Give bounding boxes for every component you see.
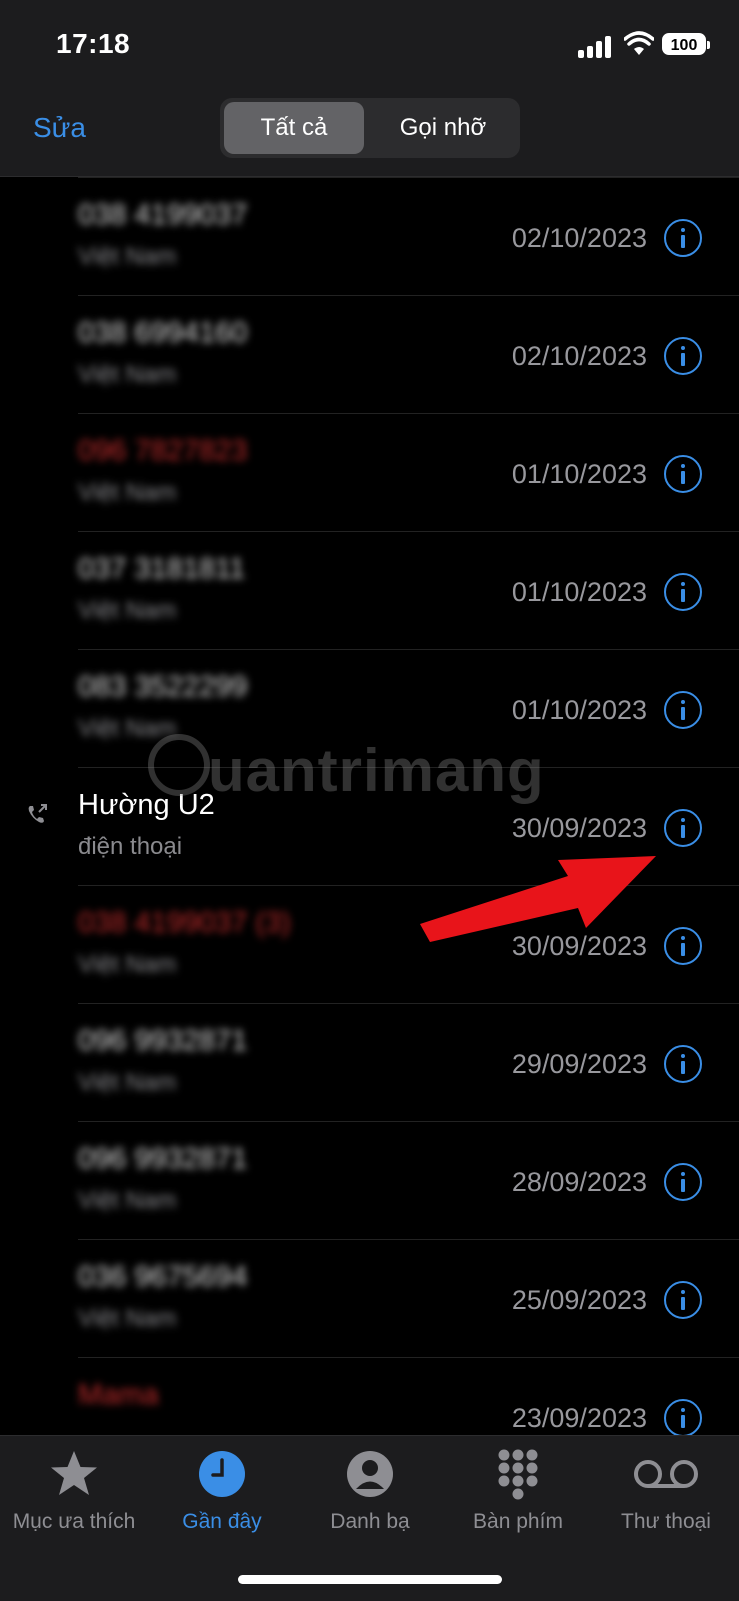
call-row[interactable]: 038 4199037 (3) Việt Nam 30/09/2023 xyxy=(0,885,739,1003)
call-name: 036 9675694 xyxy=(78,1261,248,1293)
star-icon xyxy=(51,1451,97,1495)
edit-button[interactable]: Sửa xyxy=(33,112,86,144)
call-date: 23/09/2023 xyxy=(511,1403,647,1433)
filter-segmented-control: Tất cả Gọi nhỡ xyxy=(220,98,520,158)
home-indicator xyxy=(238,1575,502,1584)
info-icon[interactable] xyxy=(664,1281,702,1319)
tab-label: Danh bạ xyxy=(330,1510,410,1533)
tab-label: Bàn phím xyxy=(473,1510,563,1533)
call-subtitle: Việt Nam xyxy=(78,597,177,624)
call-name: 083 3522299 xyxy=(78,671,248,703)
info-icon[interactable] xyxy=(664,927,702,965)
info-icon[interactable] xyxy=(664,1399,702,1435)
call-date: 02/10/2023 xyxy=(511,341,647,371)
info-icon[interactable] xyxy=(664,573,702,611)
tab-label: Thư thoại xyxy=(621,1510,711,1533)
info-icon[interactable] xyxy=(664,1163,702,1201)
call-subtitle: Việt Nam xyxy=(78,243,177,270)
call-date: 01/10/2023 xyxy=(511,695,647,725)
call-name: 096 9932871 xyxy=(78,1143,248,1175)
cellular-signal-icon xyxy=(578,36,614,58)
call-subtitle: Việt Nam xyxy=(78,1069,177,1096)
info-icon[interactable] xyxy=(664,1045,702,1083)
segment-all[interactable]: Tất cả xyxy=(224,102,364,154)
info-icon[interactable] xyxy=(664,455,702,493)
call-name: 096 7827823 xyxy=(78,435,248,467)
call-subtitle: điện thoại xyxy=(78,833,183,860)
call-row[interactable]: 096 9932871 Việt Nam 29/09/2023 xyxy=(0,1003,739,1121)
status-bar: 17:18 100 xyxy=(0,0,739,92)
clock-icon xyxy=(199,1451,245,1497)
call-row[interactable]: 096 9932871 Việt Nam 28/09/2023 xyxy=(0,1121,739,1239)
call-row[interactable]: Hường U2 điện thoại 30/09/2023 xyxy=(0,767,739,885)
call-name: Hường U2 xyxy=(78,789,215,821)
tab-label: Mục ưa thích xyxy=(12,1510,136,1533)
call-date: 01/10/2023 xyxy=(511,459,647,489)
call-row[interactable]: 038 6994160 Việt Nam 02/10/2023 xyxy=(0,295,739,413)
call-row[interactable]: 036 9675694 Việt Nam 25/09/2023 xyxy=(0,1239,739,1357)
segment-missed[interactable]: Gọi nhỡ xyxy=(370,102,516,154)
call-row[interactable]: 096 7827823 Việt Nam 01/10/2023 xyxy=(0,413,739,531)
voicemail-icon xyxy=(634,1460,698,1488)
call-row[interactable]: 037 3181811 Việt Nam 01/10/2023 xyxy=(0,531,739,649)
call-subtitle: Việt Nam xyxy=(78,1187,177,1214)
call-subtitle: Việt Nam xyxy=(78,951,177,978)
tab-label: Gần đây xyxy=(182,1510,262,1533)
tab-voicemail[interactable]: Thư thoại xyxy=(592,1448,739,1558)
call-name: 038 4199037 xyxy=(78,199,248,231)
call-row[interactable]: 038 4199037 Việt Nam 02/10/2023 xyxy=(0,177,739,295)
tab-favorites[interactable]: Mục ưa thích xyxy=(0,1448,148,1558)
info-icon[interactable] xyxy=(664,337,702,375)
nav-bar: Sửa Tất cả Gọi nhỡ xyxy=(0,92,739,177)
tab-recents[interactable]: Gần đây xyxy=(148,1448,296,1558)
call-date: 28/09/2023 xyxy=(511,1167,647,1197)
tab-keypad[interactable]: Bàn phím xyxy=(444,1448,592,1558)
call-subtitle: Việt Nam xyxy=(78,1305,177,1332)
call-name: 096 9932871 xyxy=(78,1025,248,1057)
call-date: 25/09/2023 xyxy=(511,1285,647,1315)
call-date: 29/09/2023 xyxy=(511,1049,647,1079)
call-date: 01/10/2023 xyxy=(511,577,647,607)
call-row[interactable]: 083 3522299 Việt Nam 01/10/2023 xyxy=(0,649,739,767)
call-date: 30/09/2023 xyxy=(511,931,647,961)
call-name: 038 6994160 xyxy=(78,317,248,349)
info-icon[interactable] xyxy=(664,809,702,847)
person-icon xyxy=(347,1451,393,1497)
battery-icon: 100 xyxy=(662,33,710,55)
info-icon[interactable] xyxy=(664,691,702,729)
call-subtitle: Việt Nam xyxy=(78,361,177,388)
wifi-icon xyxy=(624,31,654,55)
call-row[interactable]: Mama 23/09/2023 xyxy=(0,1357,739,1435)
call-name: 037 3181811 xyxy=(78,553,246,585)
info-icon[interactable] xyxy=(664,219,702,257)
call-name: 038 4199037 (3) xyxy=(78,907,291,939)
tab-contacts[interactable]: Danh bạ xyxy=(296,1448,444,1558)
call-date: 02/10/2023 xyxy=(511,223,647,253)
call-name: Mama xyxy=(78,1379,159,1411)
call-subtitle: Việt Nam xyxy=(78,715,177,742)
keypad-icon xyxy=(498,1449,538,1500)
recent-calls-list: 038 4199037 Việt Nam 02/10/2023 038 6994… xyxy=(0,177,739,1435)
outgoing-call-icon xyxy=(28,804,47,823)
status-time: 17:18 xyxy=(56,28,131,59)
call-subtitle: Việt Nam xyxy=(78,479,177,506)
call-date: 30/09/2023 xyxy=(511,813,647,843)
